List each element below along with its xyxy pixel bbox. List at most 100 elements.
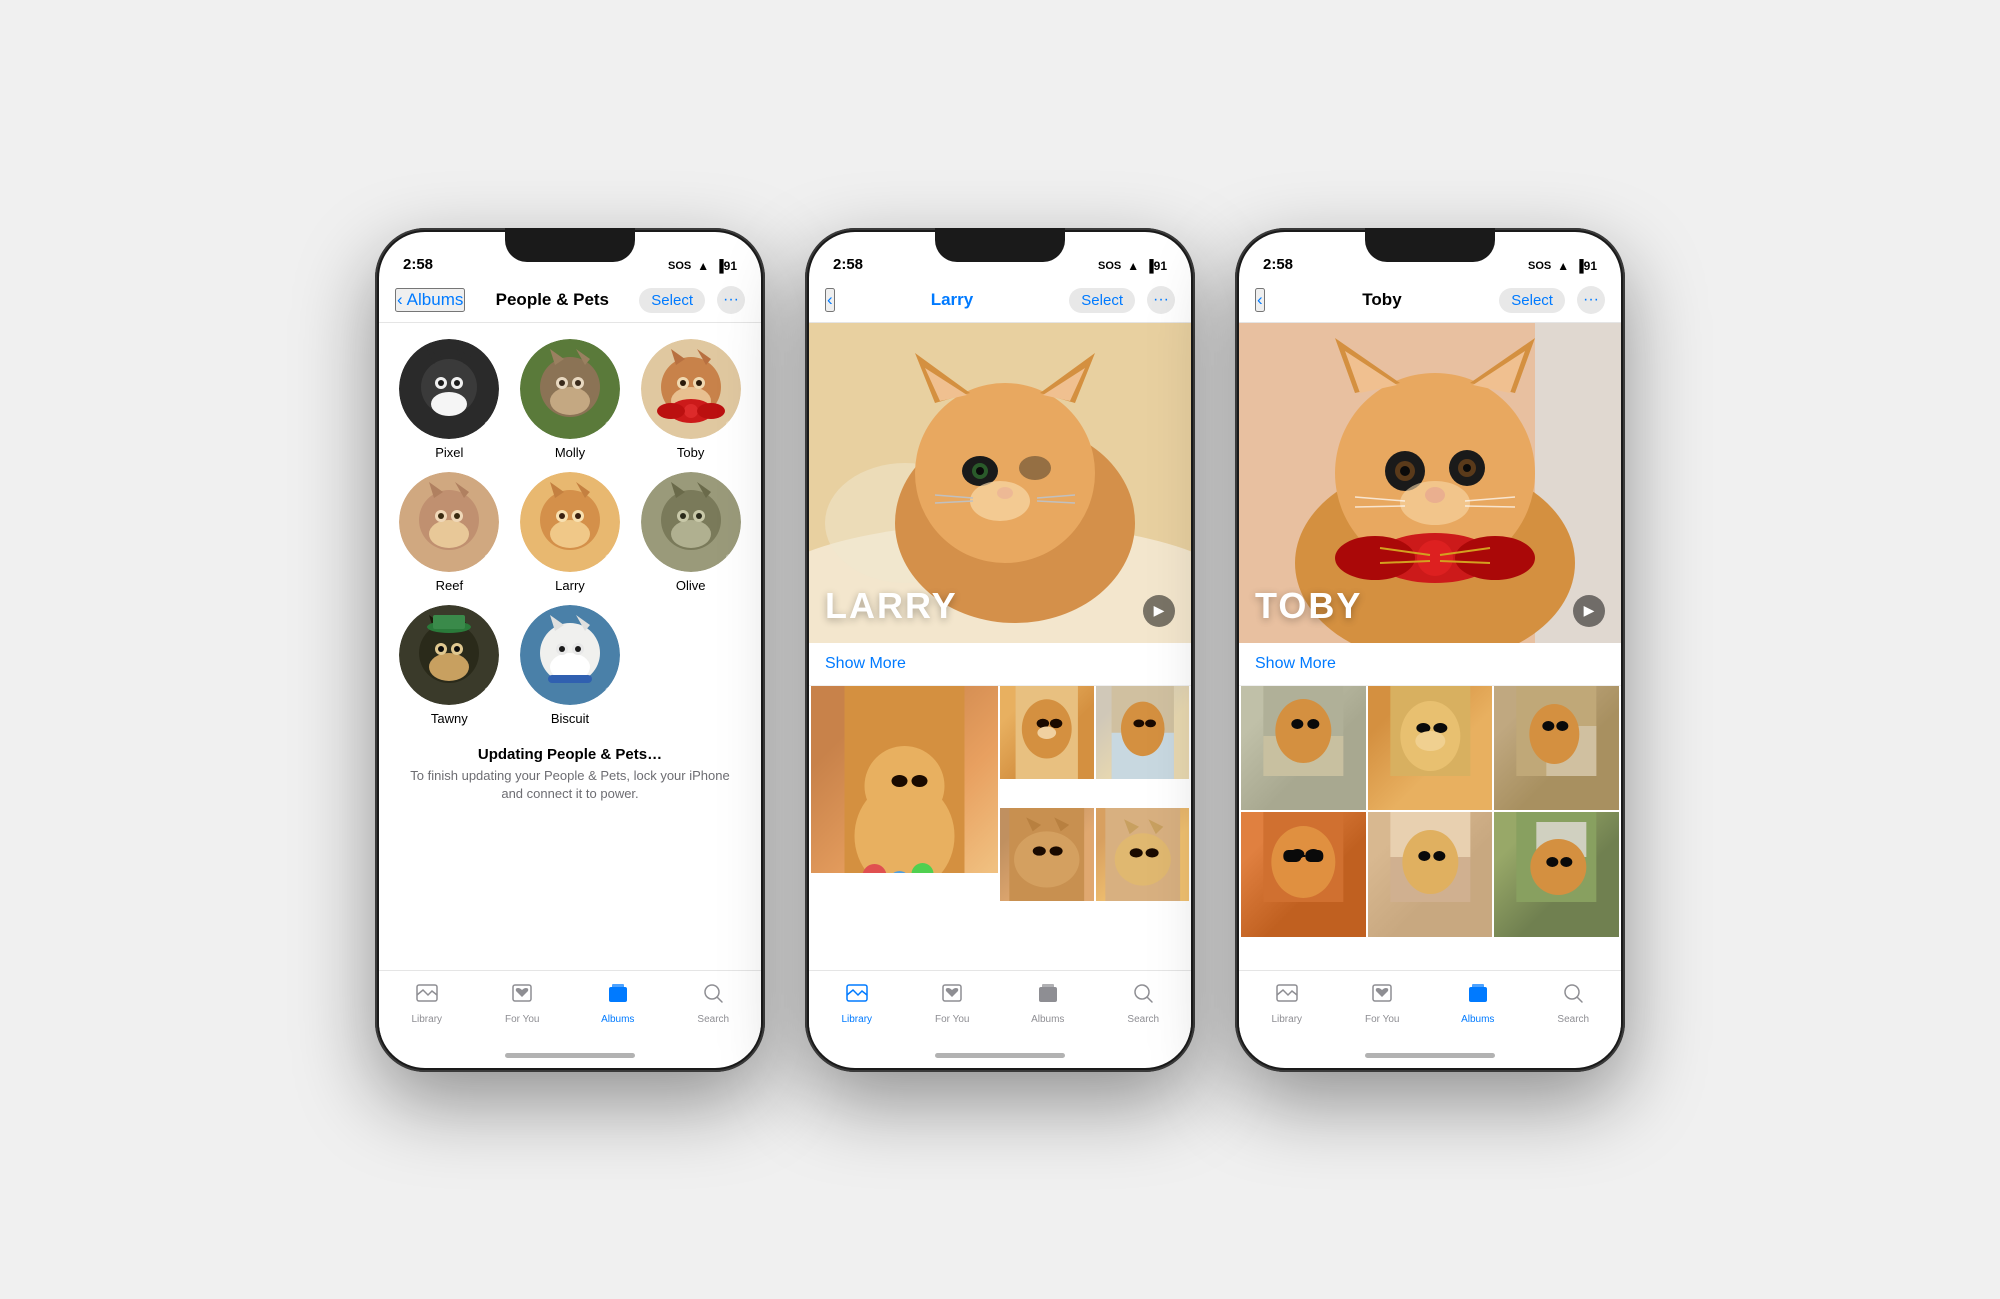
table-row[interactable] [811, 686, 998, 873]
pet-name-label: Molly [555, 445, 585, 460]
battery-icon-1: ▐91 [715, 259, 737, 273]
library-icon [415, 981, 439, 1011]
status-time-3: 2:58 [1263, 256, 1293, 273]
home-indicator-1 [505, 1053, 635, 1058]
tab-albums-1[interactable]: Albums [588, 981, 648, 1025]
hero-name-toby: TOBY [1255, 585, 1362, 627]
back-button-3[interactable]: ‹ [1255, 288, 1265, 312]
pet-name-label: Larry [555, 578, 585, 593]
back-button-1[interactable]: ‹ Albums [395, 288, 465, 312]
list-item[interactable]: ♡ Reef [395, 472, 504, 593]
tab-bar-2: Library For You Albums [809, 970, 1191, 1053]
hero-photo-larry[interactable]: LARRY ▶ [809, 323, 1191, 643]
tab-search-2[interactable]: Search [1113, 981, 1173, 1025]
search-icon-3 [1561, 981, 1585, 1011]
sos-icon-3: SOS [1528, 260, 1551, 272]
select-button-3[interactable]: Select [1499, 288, 1565, 313]
pet-name-label: Tawny [431, 711, 468, 726]
select-button-1[interactable]: Select [639, 288, 705, 313]
hero-photo-toby[interactable]: TOBY ▶ [1239, 323, 1621, 643]
tab-albums-2[interactable]: Albums [1018, 981, 1078, 1025]
list-item[interactable]: ♡ Toby [636, 339, 745, 460]
nav-actions-3: Select ··· [1499, 286, 1605, 314]
table-row[interactable] [1000, 808, 1094, 902]
table-row[interactable] [1368, 686, 1493, 811]
avatar: ♡ [520, 605, 620, 705]
battery-icon-3: ▐91 [1575, 259, 1597, 273]
status-time-1: 2:58 [403, 256, 433, 273]
pet-name-label: Pixel [435, 445, 463, 460]
tab-label-search-1: Search [697, 1014, 729, 1025]
status-icons-1: SOS ▲ ▐91 [668, 259, 737, 273]
avatar: ♡ [520, 339, 620, 439]
heart-icon: ♡ [484, 552, 496, 568]
tab-albums-3[interactable]: Albums [1448, 981, 1508, 1025]
tab-label-albums-3: Albums [1461, 1014, 1494, 1025]
albums-icon-3 [1466, 981, 1490, 1011]
play-button-larry[interactable]: ▶ [1143, 595, 1175, 627]
more-button-3[interactable]: ··· [1577, 286, 1605, 314]
library-icon-2 [845, 981, 869, 1011]
more-button-1[interactable]: ··· [717, 286, 745, 314]
home-indicator-3 [1365, 1053, 1495, 1058]
table-row[interactable] [1096, 808, 1190, 902]
heart-icon: ♡ [604, 419, 616, 435]
pet-name-label: Reef [436, 578, 463, 593]
show-more-link-larry[interactable]: Show More [825, 655, 906, 672]
for-you-icon-1 [510, 981, 534, 1011]
tab-label-albums-1: Albums [601, 1014, 634, 1025]
tab-library-1[interactable]: Library [397, 981, 457, 1025]
tab-for-you-3[interactable]: For You [1352, 981, 1412, 1025]
nav-bar-1: ‹ Albums People & Pets Select ··· [379, 279, 761, 323]
library-icon-3 [1275, 981, 1299, 1011]
heart-icon: ♡ [604, 685, 616, 701]
for-you-icon-3 [1370, 981, 1394, 1011]
heart-icon: ♡ [484, 419, 496, 435]
table-row[interactable] [1000, 686, 1094, 780]
wifi-icon-1: ▲ [697, 259, 709, 273]
search-icon-1 [701, 981, 725, 1011]
back-button-2[interactable]: ‹ [825, 288, 835, 312]
photo-grid-larry [809, 686, 1191, 910]
tab-search-1[interactable]: Search [683, 981, 743, 1025]
list-item[interactable]: ♡ Molly [516, 339, 625, 460]
sos-icon-2: SOS [1098, 260, 1121, 272]
avatar: ♡ [641, 339, 741, 439]
for-you-icon-2 [940, 981, 964, 1011]
list-item[interactable]: ♡ Olive [636, 472, 745, 593]
tab-label-library-1: Library [411, 1014, 442, 1025]
show-more-link-toby[interactable]: Show More [1255, 655, 1336, 672]
table-row[interactable] [1241, 812, 1366, 937]
page-title-3: Toby [1362, 290, 1401, 310]
hero-name-larry: LARRY [825, 585, 958, 627]
content-3: TOBY ▶ Show More [1239, 323, 1621, 970]
sos-icon-1: SOS [668, 260, 691, 272]
table-row[interactable] [1096, 686, 1190, 780]
list-item[interactable]: ♡ Biscuit [516, 605, 625, 726]
list-item[interactable]: ♡ Larry [516, 472, 625, 593]
phone-3: 2:58 SOS ▲ ▐91 ‹ Toby Select ··· [1235, 228, 1625, 1072]
tab-label-for-you-3: For You [1365, 1014, 1399, 1025]
tab-for-you-1[interactable]: For You [492, 981, 552, 1025]
list-item[interactable]: ♡ Tawny [395, 605, 504, 726]
chevron-left-icon-3: ‹ [1257, 290, 1263, 310]
table-row[interactable] [1368, 812, 1493, 937]
table-row[interactable] [1494, 686, 1619, 811]
notch-2 [935, 228, 1065, 262]
play-button-toby[interactable]: ▶ [1573, 595, 1605, 627]
tab-library-2[interactable]: Library [827, 981, 887, 1025]
table-row[interactable] [1494, 812, 1619, 937]
list-item[interactable]: ♡ Pixel [395, 339, 504, 460]
pet-name-label: Toby [677, 445, 704, 460]
select-button-2[interactable]: Select [1069, 288, 1135, 313]
albums-icon-1 [606, 981, 630, 1011]
tab-for-you-2[interactable]: For You [922, 981, 982, 1025]
albums-icon-2 [1036, 981, 1060, 1011]
nav-actions-1: Select ··· [639, 286, 745, 314]
tab-search-3[interactable]: Search [1543, 981, 1603, 1025]
table-row[interactable] [1241, 686, 1366, 811]
status-icons-3: SOS ▲ ▐91 [1528, 259, 1597, 273]
wifi-icon-2: ▲ [1127, 259, 1139, 273]
tab-library-3[interactable]: Library [1257, 981, 1317, 1025]
more-button-2[interactable]: ··· [1147, 286, 1175, 314]
